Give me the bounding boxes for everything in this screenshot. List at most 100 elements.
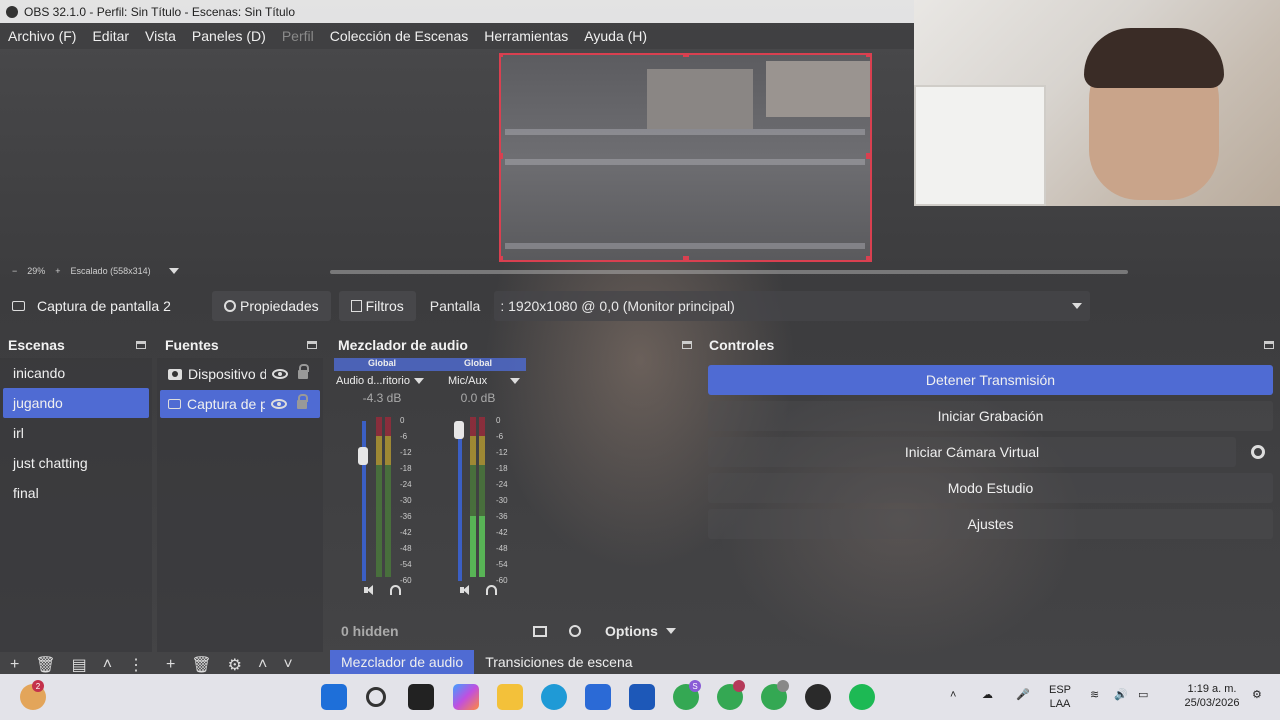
clock[interactable]: 1:19 a. m. 25/03/2026	[1180, 682, 1244, 710]
advanced-audio-icon[interactable]	[569, 625, 581, 637]
task-view-icon[interactable]	[408, 684, 434, 710]
hidden-count[interactable]: 0 hidden	[341, 623, 533, 639]
speaker-icon[interactable]	[459, 585, 472, 595]
menu-coleccion-escenas[interactable]: Colección de Escenas	[330, 28, 469, 44]
filters-button[interactable]: Filtros	[338, 291, 416, 321]
lock-icon[interactable]	[298, 363, 309, 379]
store-icon[interactable]	[585, 684, 611, 710]
scale-label[interactable]: Escalado (558x314)	[71, 266, 151, 276]
stop-stream-button[interactable]: Detener Transmisión	[708, 365, 1273, 395]
add-source-icon[interactable]: +	[166, 656, 175, 674]
properties-button[interactable]: Propiedades	[212, 291, 331, 321]
zoom-in-button[interactable]: +	[55, 266, 60, 276]
menu-herramientas[interactable]: Herramientas	[484, 28, 568, 44]
remove-source-icon[interactable]: 🗑	[191, 655, 211, 675]
scene-item-selected[interactable]: jugando	[3, 388, 149, 418]
chevron-down-icon[interactable]	[168, 268, 179, 274]
input-language[interactable]: ESP LAA	[1046, 683, 1074, 711]
keyboard-layout: LAA	[1049, 698, 1071, 710]
lock-icon[interactable]	[297, 393, 308, 409]
volume-fader-knob[interactable]	[358, 446, 368, 465]
menu-editar[interactable]: Editar	[92, 28, 129, 44]
settings-button[interactable]: Ajustes	[708, 509, 1273, 539]
spotify-icon[interactable]	[849, 684, 875, 710]
menu-perfil[interactable]: Perfil	[282, 28, 314, 44]
preview-nested-row	[505, 159, 865, 165]
headphone-monitor-icon[interactable]	[485, 585, 497, 595]
channel-icons	[430, 579, 526, 601]
move-up-icon[interactable]: ˄	[103, 656, 112, 674]
menu-vista[interactable]: Vista	[145, 28, 176, 44]
remove-scene-icon[interactable]: 🗑	[35, 655, 55, 675]
program-preview[interactable]	[499, 53, 872, 262]
undock-icon[interactable]	[1264, 341, 1274, 349]
virtual-camera-settings-button[interactable]	[1242, 437, 1273, 467]
display-label: Pantalla	[429, 298, 481, 314]
outlook-icon[interactable]	[629, 684, 655, 710]
visibility-eye-icon[interactable]	[271, 399, 287, 409]
volume-fader-track[interactable]	[362, 421, 366, 581]
source-properties-icon[interactable]: ⚙	[228, 655, 242, 675]
display-select-value: : 1920x1080 @ 0,0 (Monitor principal)	[500, 298, 735, 314]
resize-handle[interactable]	[866, 55, 870, 57]
source-item[interactable]: Dispositivo d	[160, 360, 320, 388]
scale-tick: -48	[496, 544, 508, 553]
menu-archivo[interactable]: Archivo (F)	[8, 28, 76, 44]
tab-audio-mixer[interactable]: Mezclador de audio	[330, 650, 475, 674]
obs-taskbar-icon[interactable]	[805, 684, 831, 710]
chrome-profile-badge: S	[689, 680, 701, 692]
notification-icon[interactable]: ⚙	[1252, 688, 1262, 702]
copilot-icon[interactable]	[453, 684, 479, 710]
scene-item[interactable]: just chatting	[3, 448, 149, 478]
studio-mode-button[interactable]: Modo Estudio	[708, 473, 1273, 503]
start-recording-button[interactable]: Iniciar Grabación	[708, 401, 1273, 431]
chrome-profile-badge	[777, 680, 789, 692]
channel-db: -4.3 dB	[362, 391, 402, 405]
menu-paneles[interactable]: Paneles (D)	[192, 28, 266, 44]
file-explorer-icon[interactable]	[497, 684, 523, 710]
tab-scene-transitions[interactable]: Transiciones de escena	[474, 650, 643, 674]
resize-handle[interactable]	[501, 153, 503, 159]
channel-name-dropdown[interactable]: Mic/Aux	[430, 371, 526, 391]
resize-handle[interactable]	[501, 55, 503, 57]
scene-item[interactable]: final	[3, 478, 149, 508]
start-icon[interactable]	[321, 684, 347, 710]
options-button[interactable]: Options	[605, 623, 676, 639]
volume-fader-track[interactable]	[458, 421, 462, 581]
source-toolbar: Captura de pantalla 2 Propiedades Filtro…	[0, 290, 1280, 322]
add-scene-icon[interactable]: +	[10, 656, 19, 674]
move-up-icon[interactable]: ˄	[258, 656, 267, 674]
resize-handle[interactable]	[683, 55, 689, 57]
preview-nested-row	[505, 129, 865, 135]
undock-icon[interactable]	[136, 341, 146, 349]
undock-icon[interactable]	[682, 341, 692, 349]
visibility-eye-icon[interactable]	[272, 369, 288, 379]
scene-item[interactable]: irl	[3, 418, 149, 448]
chevron-up-icon[interactable]: ˄	[950, 688, 956, 702]
edge-icon[interactable]	[541, 684, 567, 710]
wifi-icon[interactable]: ≋	[1090, 688, 1099, 702]
headphone-monitor-icon[interactable]	[389, 585, 401, 595]
speaker-icon[interactable]	[363, 585, 376, 595]
volume-icon[interactable]: 🔊	[1114, 688, 1128, 702]
layout-toggle-icon[interactable]	[533, 625, 547, 637]
resize-handle[interactable]	[866, 153, 870, 159]
move-down-icon[interactable]: ˅	[283, 656, 292, 674]
battery-icon[interactable]: ▭	[1138, 688, 1148, 702]
cloud-icon[interactable]: ☁	[982, 688, 993, 702]
volume-fader-knob[interactable]	[454, 421, 464, 439]
menu-ayuda[interactable]: Ayuda (H)	[584, 28, 647, 44]
horizontal-scrollbar[interactable]	[330, 270, 1128, 274]
zoom-out-button[interactable]: −	[12, 266, 17, 276]
scale-tick: -42	[400, 528, 412, 537]
channel-name-dropdown[interactable]: Audio d...ritorio	[334, 371, 430, 391]
source-item-selected[interactable]: Captura de p	[160, 390, 320, 418]
more-icon[interactable]: ⋮	[128, 655, 144, 675]
display-select[interactable]: : 1920x1080 @ 0,0 (Monitor principal)	[494, 291, 1091, 321]
microphone-icon[interactable]: 🎤	[1016, 688, 1030, 702]
scene-filters-icon[interactable]: ▤	[72, 655, 87, 675]
undock-icon[interactable]	[307, 341, 317, 349]
search-icon[interactable]	[366, 687, 386, 707]
scene-item[interactable]: inicando	[3, 358, 149, 388]
virtual-camera-button[interactable]: Iniciar Cámara Virtual	[708, 437, 1236, 467]
